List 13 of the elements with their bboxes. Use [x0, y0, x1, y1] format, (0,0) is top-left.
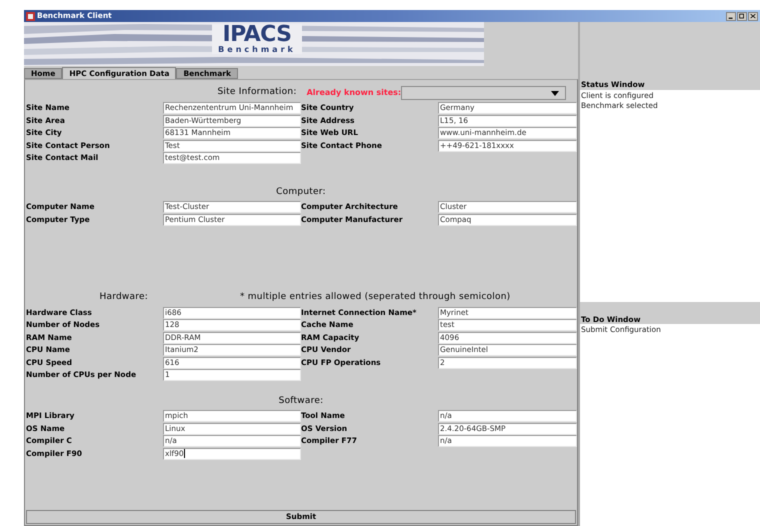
logo-subtitle: Benchmark	[218, 46, 296, 54]
section-title: Computer:	[276, 186, 326, 199]
section-title: Site Information:	[217, 86, 297, 100]
dropdown-caret-icon	[551, 90, 559, 96]
known-sites-label: Already known sites:	[306, 87, 402, 99]
section-title: Software:	[278, 394, 324, 408]
maximize-icon[interactable]	[737, 12, 747, 20]
section-title: Hardware:	[99, 291, 148, 304]
minimize-icon[interactable]	[726, 12, 736, 20]
section-note: * multiple entries allowed (seperated through semicolon)	[240, 291, 510, 304]
logo-text: IPACS	[222, 24, 292, 46]
close-icon[interactable]	[748, 12, 758, 20]
text-cursor	[184, 449, 185, 458]
